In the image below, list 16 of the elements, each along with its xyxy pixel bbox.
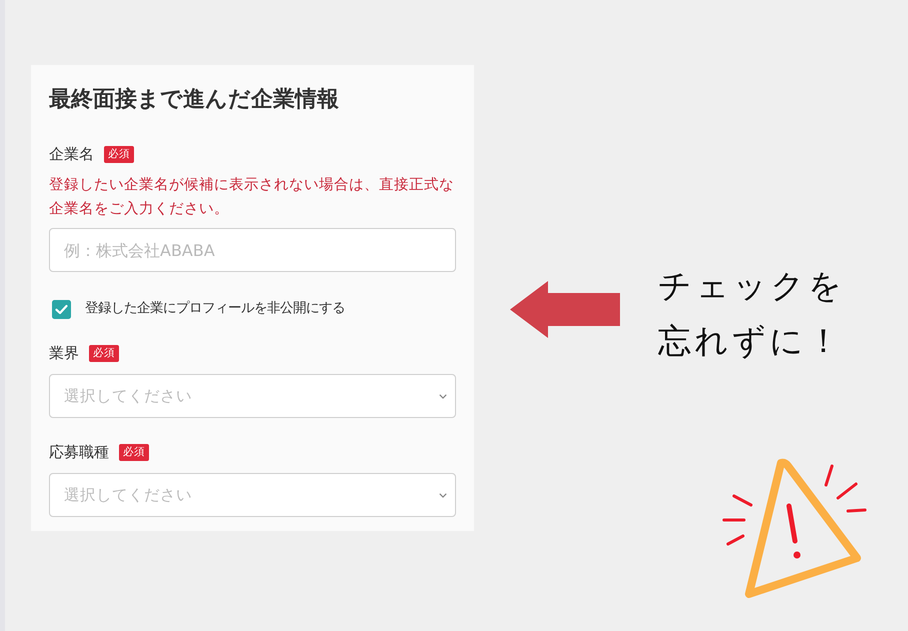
checkbox[interactable] bbox=[52, 300, 71, 318]
chevron-down-icon bbox=[439, 492, 447, 498]
helper-note: 登録したい企業名が候補に表示されない場合は、直接正式な企業名をご入力ください。 bbox=[49, 175, 455, 219]
field-label: 企業名 bbox=[49, 144, 94, 164]
checkbox-label[interactable]: 登録した企業にプロフィールを非公開にする bbox=[85, 299, 345, 319]
required-badge: 必須 bbox=[104, 146, 134, 162]
required-badge: 必須 bbox=[119, 444, 149, 460]
input-field[interactable]: 例：株式会社ABABA bbox=[49, 228, 456, 272]
form-title: 最終面接まで進んだ企業情報 bbox=[49, 86, 340, 114]
required-badge: 必須 bbox=[89, 344, 119, 362]
select-field[interactable]: 選択してください bbox=[49, 374, 456, 418]
select-field[interactable]: 選択してください bbox=[49, 473, 456, 517]
field-label: 業界 bbox=[49, 343, 79, 363]
callout-text: チェックを 忘れずに！ bbox=[658, 265, 846, 362]
chevron-down-icon bbox=[439, 394, 447, 398]
field-label: 応募職種 bbox=[49, 442, 109, 462]
